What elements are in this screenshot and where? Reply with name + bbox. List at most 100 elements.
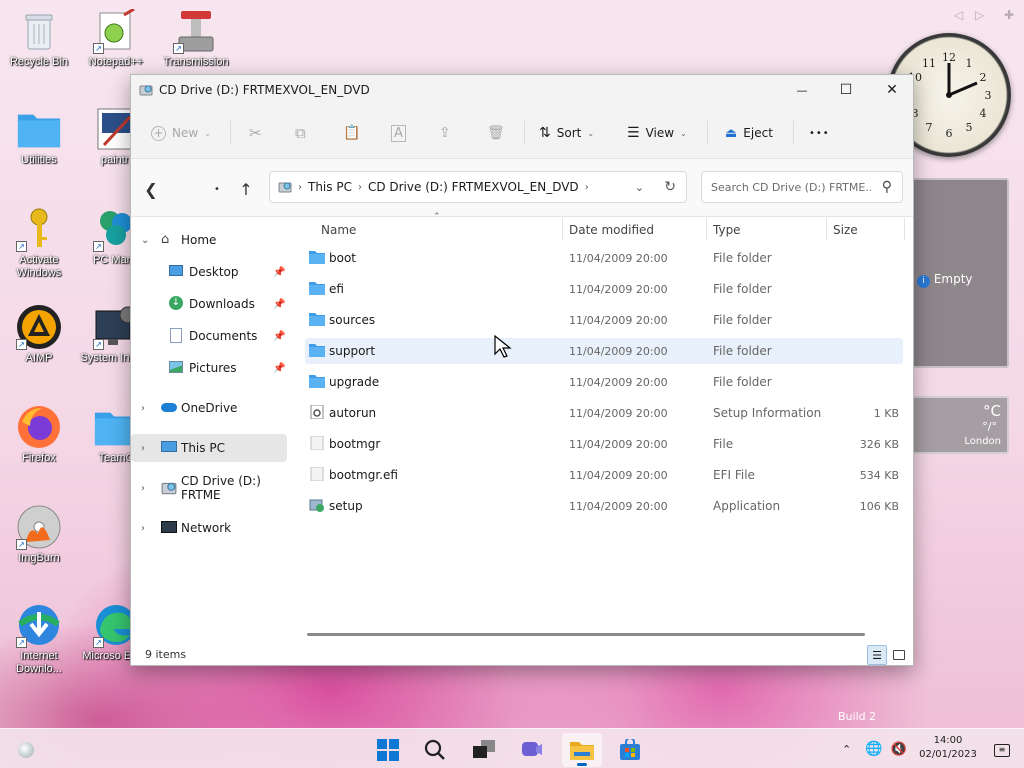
desktop-icon-firefox[interactable]: Firefox [1,404,77,465]
gadget-prev-icon[interactable]: ◁ [954,8,963,22]
file-row[interactable]: upgrade 11/04/2009 20:00 File folder [305,369,903,395]
view-button[interactable]: ☰ View ⌄ [627,119,687,147]
desktop-icon-notepadpp[interactable]: ↗ Notepad++ [78,8,154,69]
address-history-dropdown[interactable]: ⌄ [635,181,644,194]
delete-button[interactable]: 🗑 [487,119,505,147]
details-view-button[interactable]: ☰ [867,645,887,665]
sidebar-item-downloads[interactable]: ↓ Downloads 📌 [131,290,287,318]
trash-icon: 🗑 [487,125,505,141]
sidebar-item-network[interactable]: › Network [131,514,287,542]
up-arrow-icon: ↑ [239,179,253,199]
divider [230,121,231,145]
file-row[interactable]: efi 11/04/2009 20:00 File folder [305,276,903,302]
pin-icon: 📌 [273,362,286,374]
share-button[interactable]: ⇪ [439,119,451,147]
sidebar-item-documents[interactable]: Documents 📌 [131,322,287,350]
maximize-button[interactable]: ☐ [823,75,869,105]
file-row[interactable]: boot 11/04/2009 20:00 File folder [305,245,903,271]
file-explorer-taskbar-button[interactable] [562,733,602,767]
divider [524,121,525,145]
volume-muted-icon[interactable]: 🔇 [891,742,907,757]
rename-icon: A [391,124,406,142]
desktop-icon-aimp[interactable]: ↗ AIMP [1,304,77,365]
up-button[interactable]: ↑ [232,175,260,203]
column-header-date[interactable]: Date modified [569,218,654,242]
chevron-down-icon: ⌄ [141,234,150,246]
folder-icon [570,742,594,760]
widgets-button[interactable] [6,733,46,767]
column-header-size[interactable]: Size [833,218,858,242]
search-button[interactable] [415,733,455,767]
search-input[interactable] [711,180,871,194]
file-row[interactable]: bootmgr.efi 11/04/2009 20:00 EFI File 53… [305,462,903,488]
gadget-add-icon[interactable]: ✚ [1004,8,1014,22]
file-row[interactable]: support 11/04/2009 20:00 File folder [305,338,903,364]
file-row[interactable]: autorun 11/04/2009 20:00 Setup Informati… [305,400,903,426]
new-button[interactable]: + New ⌄ [151,119,211,147]
more-options-button[interactable]: ••• [809,119,830,147]
command-bar: + New ⌄ ✂ ⧉ 📋 A ⇪ 🗑 ⇅ Sort ⌄ ☰ View ⌄ ⏏ … [131,105,913,159]
file-icon [310,436,324,450]
divider [707,121,708,145]
widgets-icon [18,742,34,758]
document-icon [170,328,182,343]
search-box[interactable]: ⚲ [701,171,903,203]
windows-logo-icon [377,739,399,761]
minimize-button[interactable]: — [779,75,825,105]
sidebar-item-this-pc[interactable]: › This PC [131,434,287,462]
column-header-name[interactable]: Name [321,218,356,242]
paste-button[interactable]: 📋 [343,119,360,147]
eject-button[interactable]: ⏏ Eject [725,119,773,147]
cut-button[interactable]: ✂ [249,119,262,147]
refresh-button[interactable]: ↻ [664,179,676,195]
file-row[interactable]: bootmgr 11/04/2009 20:00 File 326 KB [305,431,903,457]
shortcut-arrow-icon: ↗ [93,339,104,350]
start-button[interactable] [368,733,408,767]
desktop-icon-recycle-bin[interactable]: Recycle Bin [1,8,77,69]
rename-button[interactable]: A [391,119,406,147]
desktop-icon-activate-windows[interactable]: ↗ Activate Windows [1,206,77,280]
sidebar-item-onedrive[interactable]: › OneDrive [131,394,287,422]
sort-button[interactable]: ⇅ Sort ⌄ [539,119,594,147]
desktop-icon-label: Recycle Bin [9,56,69,68]
divider [706,218,707,240]
list-view-icon: ☰ [627,125,640,141]
back-button[interactable]: ❮ [137,175,165,203]
file-row[interactable]: sources 11/04/2009 20:00 File folder [305,307,903,333]
desktop-icon-transmission[interactable]: ↗ Transmission [158,8,234,69]
horizontal-scrollbar[interactable] [307,633,865,636]
taskbar-clock[interactable]: 14:00 02/01/2023 [916,734,980,762]
forward-button[interactable]: • [203,175,231,203]
file-row[interactable]: setup 11/04/2009 20:00 Application 106 K… [305,493,903,519]
sidebar-item-cd-drive[interactable]: › CD Drive (D:) FRTME [131,474,287,502]
weather-gadget[interactable]: °C °/° London [901,396,1009,454]
desktop-icon-internet-download-manager[interactable]: ↗ Internet Downlo... [1,602,77,676]
tiles-view-button[interactable] [889,645,909,665]
microsoft-store-button[interactable] [610,733,650,767]
desktop-icon-utilities[interactable]: Utilities [1,106,77,167]
tiles-view-icon [893,650,905,660]
copy-button[interactable]: ⧉ [295,119,306,147]
title-bar[interactable]: CD Drive (D:) FRTMEXVOL_EN_DVD — ☐ ✕ [131,75,913,105]
notifications-button[interactable]: ≡ [984,733,1020,767]
sidebar-item-pictures[interactable]: Pictures 📌 [131,354,287,382]
sidebar-item-desktop[interactable]: Desktop 📌 [131,258,287,286]
sidebar-item-home[interactable]: ⌄ ⌂ Home [131,226,287,254]
key-icon: ↗ [16,206,62,252]
breadcrumb-cd-drive[interactable]: CD Drive (D:) FRTMEXVOL_EN_DVD [368,180,579,194]
teams-chat-button[interactable] [512,733,552,767]
taskbar-time: 14:00 [933,735,963,746]
breadcrumb-this-pc[interactable]: This PC [308,180,352,194]
address-bar[interactable]: › This PC › CD Drive (D:) FRTMEXVOL_EN_D… [269,171,687,203]
scissors-icon: ✂ [249,124,262,142]
task-view-button[interactable] [464,733,504,767]
show-hidden-icons-button[interactable]: ⌃ [842,743,851,756]
close-button[interactable]: ✕ [869,75,915,105]
desktop-icon-imgburn[interactable]: ↗ ImgBurn [1,504,77,565]
chevron-right-icon: › [141,482,145,494]
language-icon[interactable]: 🌐 [865,741,882,757]
desktop-icon-label: Activate Windows [16,254,62,279]
column-header-type[interactable]: Type [713,218,741,242]
cd-drive-icon [278,182,292,193]
gadget-next-icon[interactable]: ▷ [975,8,984,22]
